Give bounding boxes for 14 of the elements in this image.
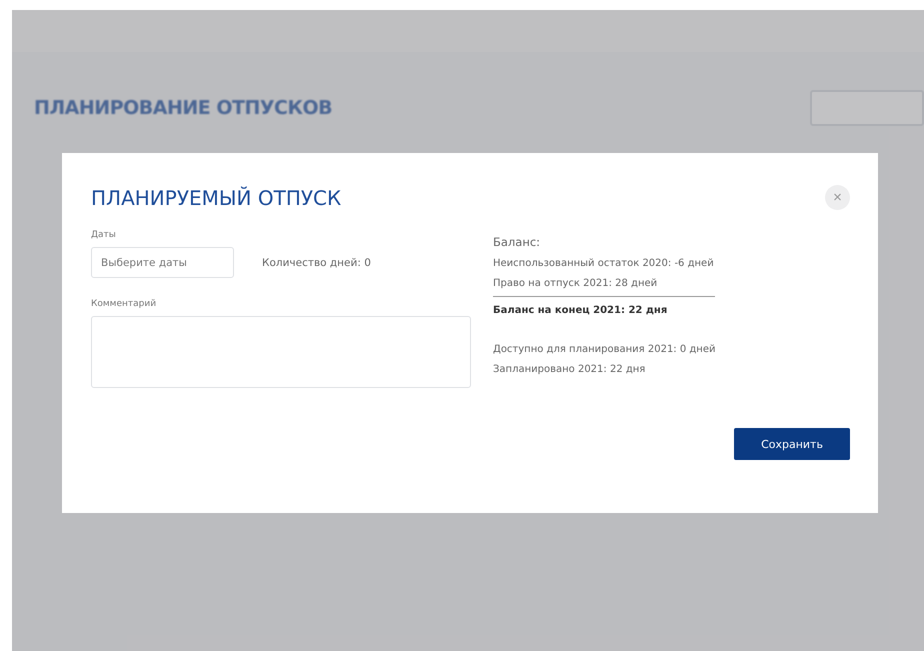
balance-line: Право на отпуск 2021: 28 дней — [493, 278, 658, 289]
page-title: ПЛАНИРОВАНИЕ ОТПУСКОВ — [34, 97, 332, 119]
date-field[interactable]: Выберите даты — [91, 247, 234, 278]
modal-title: ПЛАНИРУЕМЫЙ ОТПУСК — [91, 186, 342, 210]
planning-line: Запланировано 2021: 22 дня — [493, 364, 646, 375]
comment-field[interactable] — [91, 316, 471, 388]
save-button[interactable]: Сохранить — [734, 428, 850, 460]
days-count: Количество дней: 0 — [262, 256, 371, 268]
field-label: Даты — [91, 230, 117, 240]
balance-total: Баланс на конец 2021: 22 дня — [493, 305, 668, 316]
field-label: Комментарий — [91, 299, 158, 309]
balance-title: Баланс: — [493, 235, 542, 249]
planning-line: Доступно для планирования 2021: 0 дней — [493, 344, 716, 355]
balance-line: Неиспользованный остаток 2020: -6 дней — [493, 258, 715, 269]
